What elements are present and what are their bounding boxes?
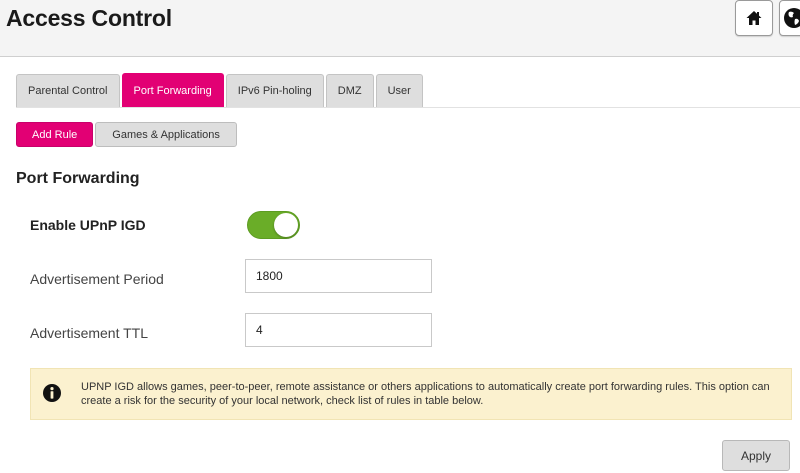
- toggle-knob: [274, 213, 298, 237]
- section-title: Port Forwarding: [16, 170, 140, 187]
- add-rule-button[interactable]: Add Rule: [16, 122, 94, 147]
- notice-text: UPNP IGD allows games, peer-to-peer, rem…: [81, 381, 770, 407]
- globe-icon: [784, 8, 800, 28]
- advertisement-period-input[interactable]: [245, 259, 432, 293]
- tab-user[interactable]: User: [375, 74, 423, 107]
- tab-parental-control[interactable]: Parental Control: [16, 74, 120, 107]
- apply-button[interactable]: Apply: [722, 440, 790, 471]
- advertisement-ttl-input[interactable]: [245, 313, 432, 347]
- tab-bar: Parental Control Port Forwarding IPv6 Pi…: [16, 73, 425, 107]
- upnp-label: Enable UPnP IGD: [30, 217, 146, 233]
- upnp-warning-notice: UPNP IGD allows games, peer-to-peer, rem…: [30, 368, 792, 420]
- upnp-toggle[interactable]: [247, 211, 300, 239]
- subtab-bar: Add Rule Games & Applications: [16, 122, 239, 147]
- advertisement-ttl-label: Advertisement TTL: [30, 325, 149, 341]
- home-button[interactable]: [735, 0, 773, 36]
- games-applications-button[interactable]: Games & Applications: [95, 122, 237, 147]
- header-bar: Access Control: [0, 0, 800, 57]
- tab-dmz[interactable]: DMZ: [325, 74, 374, 107]
- tab-port-forwarding[interactable]: Port Forwarding: [121, 73, 224, 107]
- advertisement-period-label: Advertisement Period: [30, 271, 164, 287]
- tabs-divider: [16, 107, 800, 108]
- page-title: Access Control: [6, 5, 172, 31]
- home-icon: [746, 11, 762, 25]
- language-button[interactable]: [779, 0, 800, 36]
- info-icon: [43, 384, 61, 402]
- tab-ipv6-pin-holing[interactable]: IPv6 Pin-holing: [225, 74, 324, 107]
